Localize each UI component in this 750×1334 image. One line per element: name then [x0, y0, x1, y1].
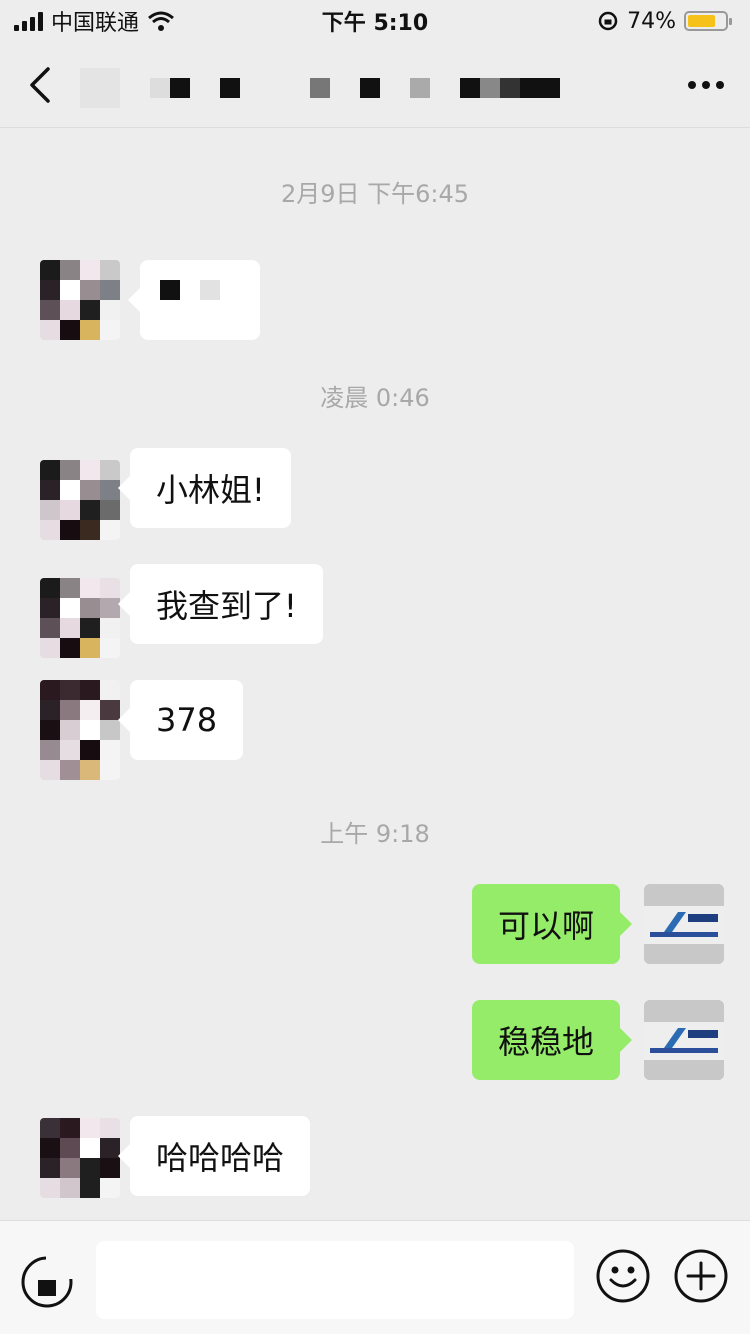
redacted-text — [160, 280, 180, 300]
wifi-icon — [148, 11, 174, 31]
my-avatar[interactable] — [644, 884, 724, 964]
more-button[interactable] — [688, 71, 724, 99]
message-bubble[interactable]: 小林姐! — [118, 448, 291, 528]
plus-circle-icon — [674, 1249, 728, 1303]
battery-percent: 74% — [627, 8, 676, 34]
timestamp: 2月9日 下午6:45 — [280, 180, 470, 208]
message-bubble[interactable]: 我查到了! — [118, 564, 323, 644]
voice-button[interactable] — [20, 1255, 76, 1309]
message-list[interactable]: 2月9日 下午6:45 凌晨 0:46 小林姐! 我查到了! 378 上午 9:… — [0, 128, 750, 1220]
status-bar: 中国联通 下午 5:10 74% — [0, 0, 750, 42]
avatar[interactable] — [40, 260, 120, 340]
message-bubble-redacted[interactable] — [128, 260, 260, 340]
rotation-lock-icon — [598, 11, 618, 31]
timestamp: 上午 9:18 — [320, 820, 430, 848]
timestamp: 凌晨 0:46 — [320, 384, 430, 412]
message-bubble[interactable]: 哈哈哈哈 — [117, 1116, 311, 1196]
input-bar — [0, 1220, 750, 1334]
back-button[interactable] — [26, 55, 70, 115]
battery-fill — [688, 15, 715, 27]
status-right: 74% — [597, 8, 732, 34]
message-bubble[interactable]: 可以啊 — [471, 884, 633, 964]
message-bubble[interactable]: 稳稳地 — [471, 1000, 633, 1080]
avatar[interactable] — [40, 578, 120, 658]
emoji-icon — [596, 1249, 650, 1303]
signal-icon — [14, 11, 43, 31]
logo-icon — [644, 1000, 724, 1080]
chevron-left-icon — [30, 66, 50, 103]
my-avatar[interactable] — [644, 1000, 724, 1080]
status-left: 中国联通 — [14, 5, 175, 37]
avatar[interactable] — [40, 460, 120, 540]
avatar[interactable] — [40, 1118, 120, 1198]
message-input[interactable] — [96, 1241, 574, 1319]
chat-title-redacted — [80, 60, 600, 116]
voice-icon — [21, 1255, 76, 1308]
more-dots-icon — [688, 80, 696, 89]
emoji-button[interactable] — [594, 1247, 652, 1305]
chat-header — [0, 42, 750, 128]
carrier-label: 中国联通 — [51, 11, 140, 36]
avatar[interactable] — [40, 680, 120, 780]
plus-button[interactable] — [672, 1247, 730, 1305]
message-bubble[interactable]: 378 — [117, 680, 244, 760]
logo-icon — [644, 884, 724, 964]
battery-icon — [684, 11, 732, 31]
